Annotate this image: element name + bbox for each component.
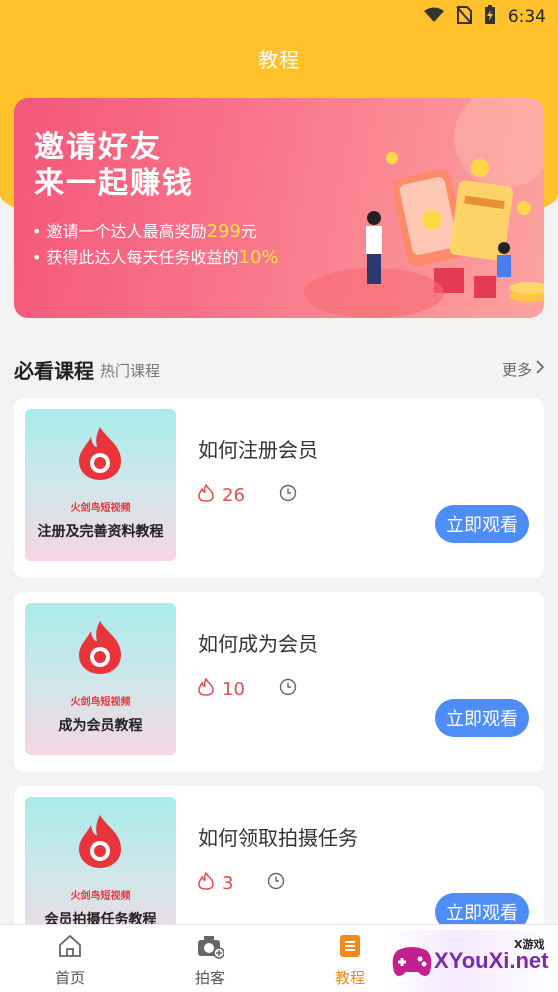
home-icon	[57, 933, 83, 963]
battery-charging-icon	[484, 4, 496, 30]
banner-bullet-1-text: • 邀请一个达人最高奖励	[32, 222, 207, 241]
status-bar: 6:34	[0, 0, 558, 34]
course-meta: 10	[198, 677, 297, 700]
banner-bullet-1-suffix: 元	[240, 222, 257, 241]
tab-paike-label: 拍客	[194, 969, 225, 987]
banner-line-2: 来一起赚钱	[34, 166, 194, 201]
course-title: 如何注册会员	[198, 438, 318, 462]
course-title: 如何成为会员	[198, 632, 318, 656]
course-card[interactable]: 火剑鸟短视频 注册及完善资料教程 如何注册会员 26 立即观看	[14, 398, 544, 578]
fire-icon	[198, 483, 214, 506]
fire-icon	[198, 871, 214, 894]
site-watermark: X游戏 XYouXi.net	[386, 930, 558, 992]
section-title: 必看课程	[14, 358, 94, 383]
wifi-icon	[423, 7, 444, 28]
status-time: 6:34	[507, 7, 546, 27]
watch-now-button[interactable]: 立即观看	[435, 505, 529, 543]
course-meta: 3	[198, 871, 285, 894]
thumbnail-brand: 火剑鸟短视频	[70, 697, 131, 708]
fire-icon	[198, 677, 214, 700]
flame-logo-icon	[79, 621, 121, 674]
view-count: 3	[222, 872, 234, 894]
banner-bullet-2: • 获得此达人每天任务收益的10%	[32, 244, 279, 268]
more-label: 更多	[501, 360, 532, 379]
course-meta: 26	[198, 483, 297, 506]
banner-headline: 邀请好友 来一起赚钱	[34, 130, 194, 202]
banner-bullet-1: • 邀请一个达人最高奖励299元	[32, 218, 257, 242]
thumbnail-caption: 成为会员教程	[58, 718, 143, 734]
banner-line-1: 邀请好友	[34, 130, 162, 165]
watermark-text: XYouXi.net	[434, 948, 549, 973]
banner-bullet-2-value: 10%	[238, 247, 279, 268]
clock-icon	[267, 872, 285, 894]
clock-icon	[279, 484, 297, 506]
course-thumbnail: 火剑鸟短视频 注册及完善资料教程	[25, 409, 176, 561]
gamepad-icon	[392, 947, 432, 976]
more-link[interactable]: 更多	[501, 359, 545, 380]
course-thumbnail: 火剑鸟短视频 成为会员教程	[25, 603, 176, 755]
flame-logo-icon	[79, 427, 121, 480]
flame-logo-icon	[79, 815, 121, 868]
invite-banner[interactable]: 邀请好友 来一起赚钱 • 邀请一个达人最高奖励299元 • 获得此达人每天任务收…	[14, 98, 544, 318]
no-sim-icon	[456, 5, 472, 29]
chevron-right-icon	[536, 360, 545, 378]
banner-bullet-2-text: • 获得此达人每天任务收益的	[32, 248, 239, 267]
tab-tutorial-label: 教程	[334, 969, 365, 987]
view-count: 26	[222, 484, 245, 506]
section-header: 必看课程 热门课程 更多	[14, 352, 545, 386]
thumbnail-brand: 火剑鸟短视频	[70, 503, 131, 514]
tab-paike[interactable]: 拍客	[140, 925, 280, 992]
tab-home[interactable]: 首页	[0, 925, 140, 992]
tab-home-label: 首页	[54, 969, 85, 987]
view-count: 10	[222, 678, 245, 700]
section-subtitle: 热门课程	[100, 362, 161, 380]
camera-icon	[196, 933, 225, 963]
course-title: 如何领取拍摄任务	[198, 826, 358, 850]
course-card[interactable]: 火剑鸟短视频 成为会员教程 如何成为会员 10 立即观看	[14, 592, 544, 772]
thumbnail-caption: 注册及完善资料教程	[37, 524, 164, 540]
watch-now-button[interactable]: 立即观看	[435, 699, 529, 737]
document-icon	[338, 933, 362, 963]
clock-icon	[279, 678, 297, 700]
thumbnail-brand: 火剑鸟短视频	[70, 891, 131, 902]
banner-illustration	[304, 98, 544, 318]
page-title: 教程	[258, 48, 300, 72]
banner-bullet-1-value: 299	[206, 221, 241, 242]
